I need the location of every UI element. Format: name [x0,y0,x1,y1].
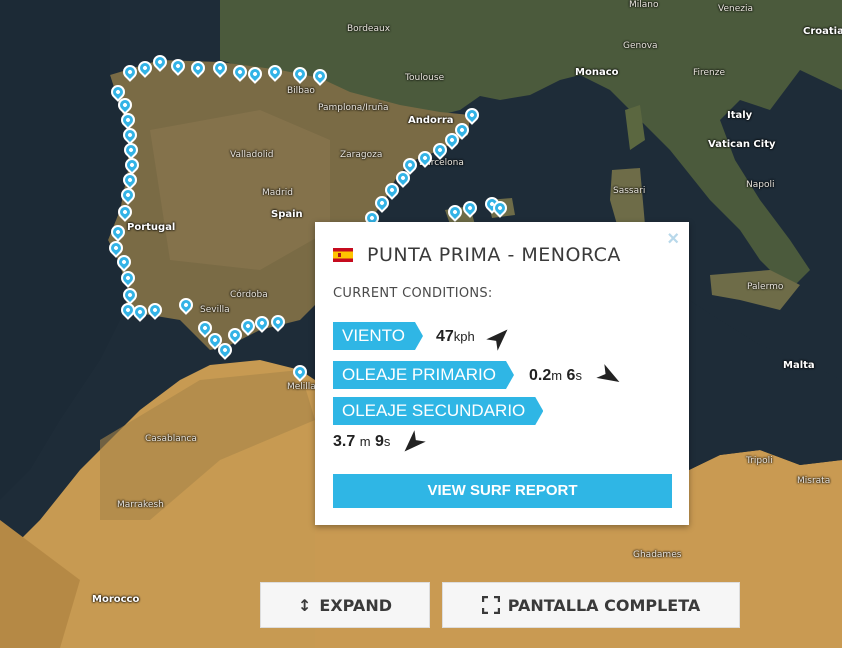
place-label: Ghadames [633,550,682,560]
place-label: Valladolid [230,150,274,160]
place-label: Sevilla [200,305,230,315]
place-label: Malta [783,360,815,371]
place-label: Milano [629,0,659,10]
place-label: Casablanca [145,434,197,444]
place-label: Morocco [92,594,140,605]
spain-flag-icon [333,248,353,262]
primary-swell-direction-arrow-icon [596,364,620,382]
primary-swell-value: 0.2m 6s [529,367,582,384]
place-label: Sassari [613,186,646,196]
place-label: Palermo [747,282,784,292]
popup-header: PUNTA PRIMA - MENORCA [333,244,621,266]
place-label: Bilbao [287,86,315,96]
current-conditions-label: CURRENT CONDITIONS: [333,286,493,301]
place-label: Andorra [408,115,454,126]
place-label: Firenze [693,68,726,78]
wind-tag: VIENTO [333,322,423,350]
expand-icon: ↕ [298,595,312,615]
place-label: Pamplona/Iruña [318,103,389,113]
place-label: Napoli [746,180,775,190]
spot-popup: × PUNTA PRIMA - MENORCA CURRENT CONDITIO… [315,222,689,525]
primary-swell-tag: OLEAJE PRIMARIO [333,361,514,389]
place-label: Marrakesh [117,500,164,510]
spot-title: PUNTA PRIMA - MENORCA [367,244,621,266]
place-label: Zaragoza [340,150,383,160]
wind-direction-arrow-icon [486,329,508,351]
close-icon[interactable]: × [667,228,679,251]
place-label: Spain [271,209,303,220]
place-label: Bordeaux [347,24,391,34]
place-label: Croatia [803,26,842,37]
fullscreen-label: PANTALLA COMPLETA [507,595,701,615]
secondary-swell-value: 3.7 m 9s [333,433,391,450]
place-label: Genova [623,41,658,51]
wind-value: 47kph [436,328,475,345]
view-surf-report-button[interactable]: VIEW SURF REPORT [333,474,672,508]
place-label: Portugal [127,222,176,233]
place-label: Melilla [287,382,316,392]
expand-button[interactable]: ↕ EXPAND [260,582,430,628]
place-label: Monaco [575,67,619,78]
place-label: Italy [727,110,753,121]
expand-label: EXPAND [319,595,392,615]
place-label: Vatican City [708,139,776,150]
secondary-swell-direction-arrow-icon [404,430,426,452]
secondary-swell-tag: OLEAJE SECUNDARIO [333,397,543,425]
place-label: Misrata [797,476,831,486]
place-label: Madrid [262,188,293,198]
fullscreen-button[interactable]: PANTALLA COMPLETA [442,582,740,628]
fullscreen-icon [481,596,500,614]
place-label: Toulouse [405,73,445,83]
place-label: Tripoli [746,456,773,466]
place-label: Venezia [718,4,753,14]
place-label: Córdoba [230,290,268,300]
